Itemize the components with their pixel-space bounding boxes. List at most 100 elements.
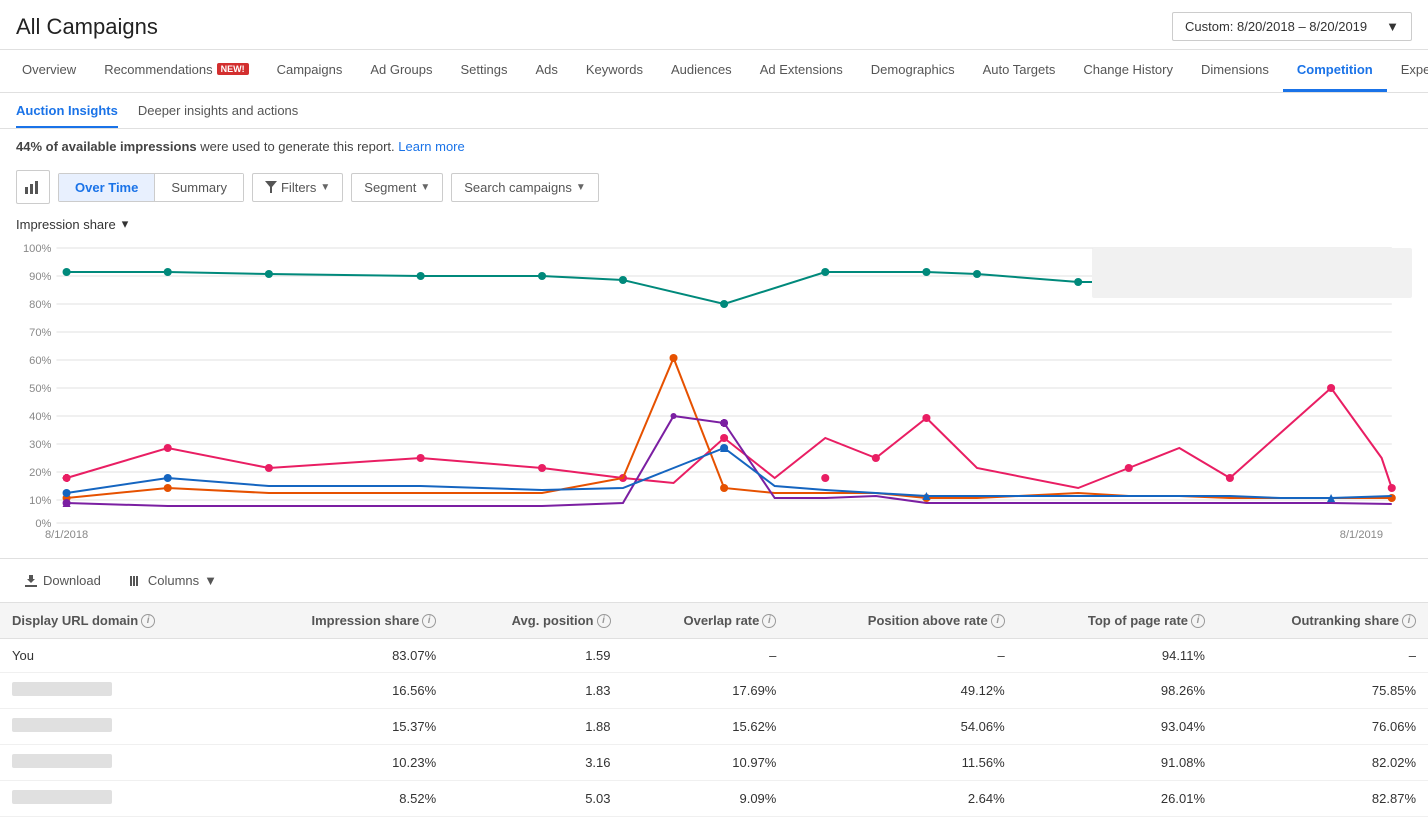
help-icon-outranking[interactable]: i — [1402, 614, 1416, 628]
chart-type-icon-button[interactable] — [16, 170, 50, 204]
metric-selector[interactable]: Impression share ▾ — [0, 212, 1428, 238]
tab-competition[interactable]: Competition — [1283, 50, 1387, 92]
segment-chevron: ▼ — [420, 182, 430, 193]
cell-overlap-rate: 9.09% — [623, 781, 789, 817]
chart-legend — [1092, 248, 1412, 298]
tab-campaigns[interactable]: Campaigns — [263, 50, 357, 92]
tab-settings[interactable]: Settings — [447, 50, 522, 92]
tab-experiments[interactable]: Experiments NEW! — [1387, 50, 1428, 92]
tab-demographics[interactable]: Demographics — [857, 50, 969, 92]
filters-chevron: ▼ — [320, 182, 330, 193]
help-icon-overlap[interactable]: i — [762, 614, 776, 628]
metric-label: Impression share — [16, 217, 116, 232]
sub-nav: Auction Insights Deeper insights and act… — [0, 93, 1428, 129]
cell-position-above-rate: 2.64% — [788, 781, 1016, 817]
cell-avg-position: 5.03 — [448, 781, 622, 817]
date-range-picker[interactable]: Custom: 8/20/2018 – 8/20/2019 ▼ — [1172, 12, 1412, 41]
cell-top-of-page-rate: 91.08% — [1017, 745, 1217, 781]
cell-top-of-page-rate: 93.04% — [1017, 709, 1217, 745]
sub-nav-auction-insights[interactable]: Auction Insights — [16, 103, 118, 128]
tab-audiences[interactable]: Audiences — [657, 50, 746, 92]
svg-text:90%: 90% — [29, 271, 51, 283]
columns-chevron: ▼ — [204, 573, 217, 588]
cell-domain — [0, 745, 237, 781]
date-range-label: Custom: 8/20/2018 – 8/20/2019 — [1185, 19, 1367, 34]
cell-top-of-page-rate: 26.01% — [1017, 781, 1217, 817]
cell-overlap-rate: – — [623, 639, 789, 673]
tab-dimensions[interactable]: Dimensions — [1187, 50, 1283, 92]
cell-overlap-rate: 10.97% — [623, 745, 789, 781]
help-icon-avg-pos[interactable]: i — [597, 614, 611, 628]
help-icon-pos-above[interactable]: i — [991, 614, 1005, 628]
tab-overview[interactable]: Overview — [8, 50, 90, 92]
th-top-of-page: Top of page rate i — [1017, 603, 1217, 639]
table-row: 15.37%1.8815.62%54.06%93.04%76.06% — [0, 709, 1428, 745]
tab-keywords[interactable]: Keywords — [572, 50, 657, 92]
svg-text:30%: 30% — [29, 439, 51, 451]
tab-ad-extensions[interactable]: Ad Extensions — [746, 50, 857, 92]
help-icon-domain[interactable]: i — [141, 614, 155, 628]
learn-more-link[interactable]: Learn more — [398, 139, 464, 154]
filters-label: Filters — [281, 180, 316, 195]
download-button[interactable]: Download — [16, 569, 109, 592]
table-row: 10.23%3.1610.97%11.56%91.08%82.02% — [0, 745, 1428, 781]
table-row: 8.52%5.039.09%2.64%26.01%82.87% — [0, 781, 1428, 817]
cell-domain — [0, 709, 237, 745]
toolbar: Over Time Summary Filters ▼ Segment ▼ Se… — [0, 164, 1428, 212]
svg-text:50%: 50% — [29, 383, 51, 395]
download-label: Download — [43, 573, 101, 588]
th-domain: Display URL domain i — [0, 603, 237, 639]
svg-text:70%: 70% — [29, 327, 51, 339]
th-avg-position: Avg. position i — [448, 603, 622, 639]
cell-avg-position: 1.83 — [448, 673, 622, 709]
filters-dropdown[interactable]: Filters ▼ — [252, 173, 343, 202]
columns-button[interactable]: Columns ▼ — [121, 569, 225, 592]
chevron-down-icon: ▼ — [1386, 19, 1399, 34]
blurred-domain — [12, 754, 112, 768]
search-campaigns-dropdown[interactable]: Search campaigns ▼ — [451, 173, 599, 202]
data-table: Display URL domain i Impression share i … — [0, 602, 1428, 817]
th-overlap-rate: Overlap rate i — [623, 603, 789, 639]
svg-text:10%: 10% — [29, 495, 51, 507]
page-header: All Campaigns Custom: 8/20/2018 – 8/20/2… — [0, 0, 1428, 50]
cell-domain: You — [0, 639, 237, 673]
cell-avg-position: 3.16 — [448, 745, 622, 781]
tab-change-history[interactable]: Change History — [1069, 50, 1187, 92]
blurred-domain — [12, 682, 112, 696]
segment-dropdown[interactable]: Segment ▼ — [351, 173, 443, 202]
sub-nav-deeper-insights[interactable]: Deeper insights and actions — [138, 103, 298, 128]
svg-text:100%: 100% — [23, 243, 52, 255]
cell-outranking-share: 76.06% — [1217, 709, 1428, 745]
help-icon-top-page[interactable]: i — [1191, 614, 1205, 628]
tab-recommendations[interactable]: Recommendations NEW! — [90, 50, 262, 92]
svg-text:8/1/2018: 8/1/2018 — [45, 529, 88, 538]
download-icon — [24, 574, 38, 588]
help-icon-impression[interactable]: i — [422, 614, 436, 628]
tab-ad-groups[interactable]: Ad Groups — [356, 50, 446, 92]
table-row: You83.07%1.59––94.11%– — [0, 639, 1428, 673]
over-time-button[interactable]: Over Time — [59, 174, 155, 201]
th-outranking: Outranking share i — [1217, 603, 1428, 639]
search-campaigns-chevron: ▼ — [576, 182, 586, 193]
table-row: 16.56%1.8317.69%49.12%98.26%75.85% — [0, 673, 1428, 709]
cell-outranking-share: 75.85% — [1217, 673, 1428, 709]
svg-text:20%: 20% — [29, 467, 51, 479]
filter-icon — [265, 181, 277, 193]
table-header-row: Display URL domain i Impression share i … — [0, 603, 1428, 639]
cell-outranking-share: 82.02% — [1217, 745, 1428, 781]
info-bar: 44% of available impressions were used t… — [0, 129, 1428, 164]
cell-outranking-share: 82.87% — [1217, 781, 1428, 817]
cell-domain — [0, 781, 237, 817]
page-title: All Campaigns — [16, 14, 158, 40]
tab-auto-targets[interactable]: Auto Targets — [969, 50, 1070, 92]
columns-icon — [129, 574, 143, 588]
th-impression-share: Impression share i — [237, 603, 448, 639]
main-nav: Overview Recommendations NEW! Campaigns … — [0, 50, 1428, 93]
svg-text:80%: 80% — [29, 299, 51, 311]
cell-position-above-rate: – — [788, 639, 1016, 673]
summary-button[interactable]: Summary — [155, 174, 243, 201]
cell-impression-share: 16.56% — [237, 673, 448, 709]
tab-ads[interactable]: Ads — [521, 50, 571, 92]
columns-label: Columns — [148, 573, 199, 588]
cell-position-above-rate: 11.56% — [788, 745, 1016, 781]
